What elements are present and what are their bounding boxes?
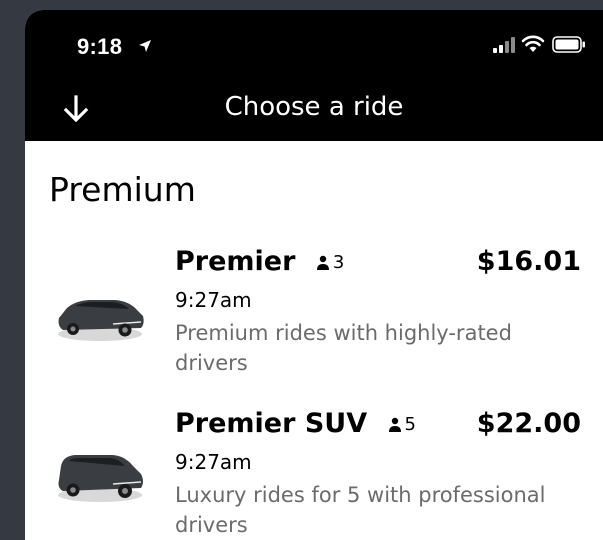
person-icon: [388, 417, 401, 432]
person-icon: [316, 255, 329, 270]
location-arrow-icon: [139, 40, 151, 52]
ride-description: Luxury rides for 5 with professional dri…: [175, 483, 546, 537]
suv-car-icon: [58, 455, 143, 502]
sedan-car-icon: [58, 300, 144, 341]
signal-icon: [493, 37, 515, 53]
capacity-count: 5: [404, 414, 416, 435]
ride-price: $16.01: [476, 246, 581, 277]
ride-eta: 9:27am: [175, 288, 252, 312]
ride-option-premier[interactable]: Premier 3 $16.01 9:27am Premium rides wi…: [25, 242, 603, 392]
ride-eta: 9:27am: [175, 450, 252, 474]
header-bar: 9:18 Choose a ride: [25, 10, 603, 141]
app-screen: 9:18 Choose a ride Premium Premier 3 $16…: [25, 10, 603, 540]
ride-name-text: Premier SUV: [175, 408, 368, 439]
ride-name: Premier 3: [175, 246, 344, 277]
ride-price: $22.00: [476, 408, 581, 439]
page-title: Choose a ride: [224, 92, 404, 122]
status-time: 9:18: [77, 34, 123, 59]
ride-name: Premier SUV 5: [175, 408, 416, 439]
capacity-count: 3: [332, 252, 345, 273]
wifi-icon: [521, 35, 545, 52]
ride-description: Premium rides with highly-rated drivers: [175, 321, 512, 375]
ride-name-text: Premier: [175, 246, 296, 277]
section-title: Premium: [49, 170, 196, 209]
battery-icon: [552, 36, 585, 53]
ride-option-premier-suv[interactable]: Premier SUV 5 $22.00 9:27am Luxury rides…: [25, 404, 603, 540]
